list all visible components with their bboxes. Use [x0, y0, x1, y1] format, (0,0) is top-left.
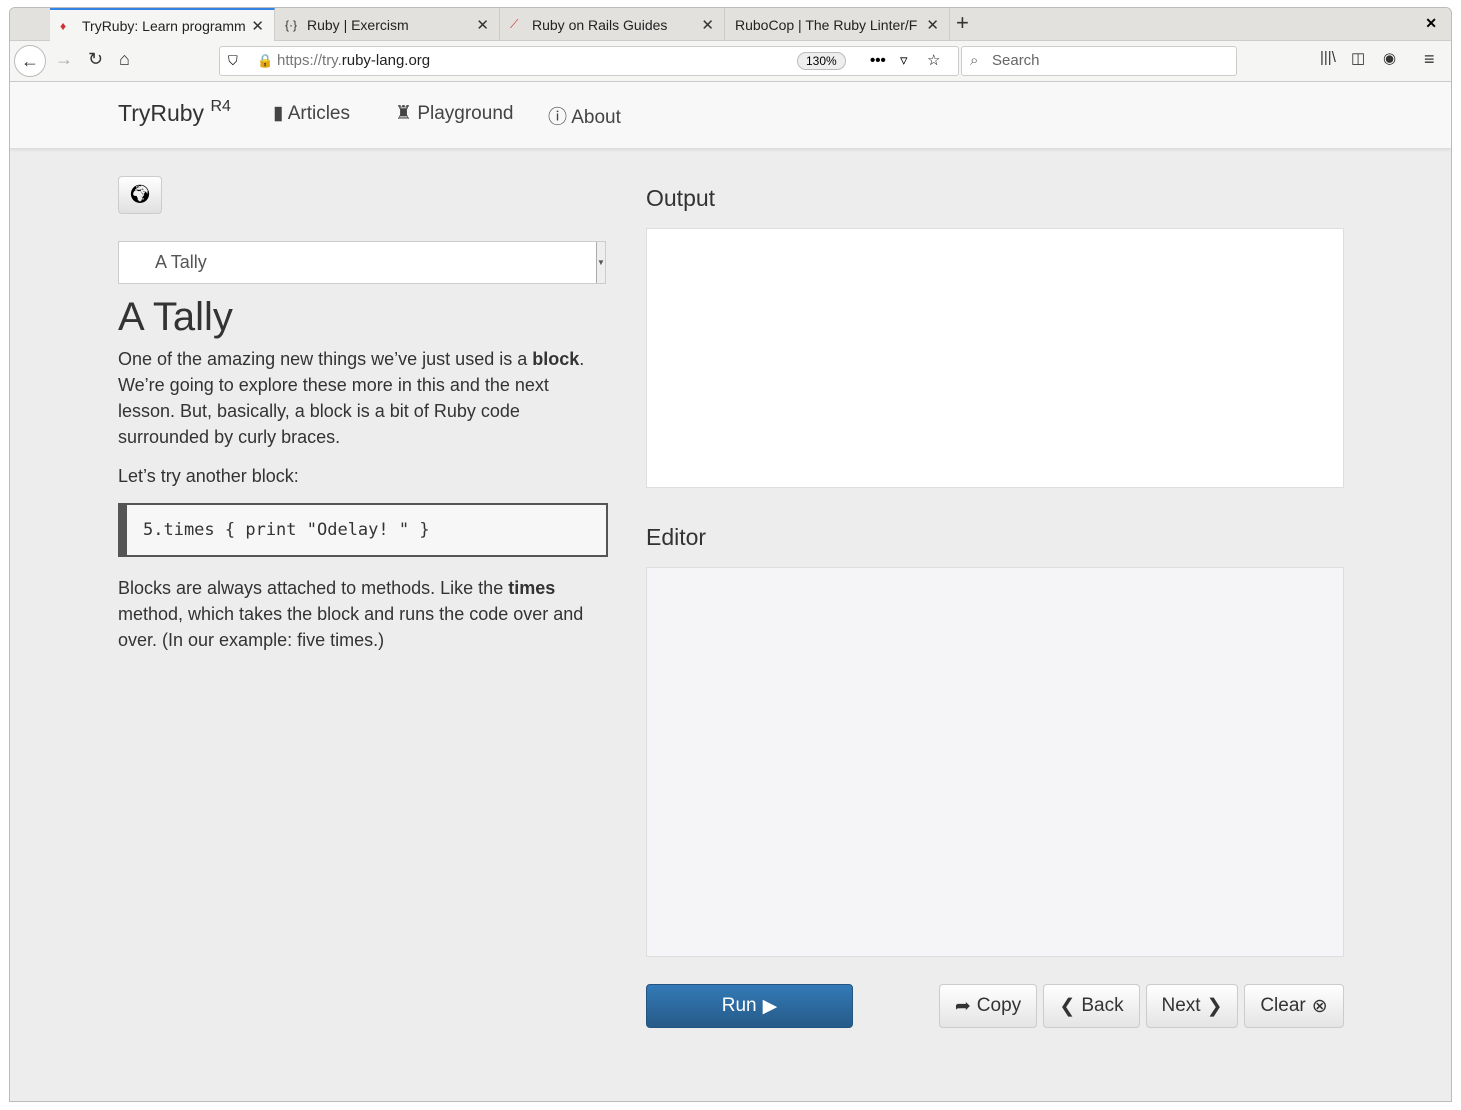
- info-icon: ⓘ: [548, 107, 568, 128]
- output-heading: Output: [646, 185, 716, 211]
- close-tab-icon[interactable]: ✕: [701, 16, 714, 34]
- close-tab-icon[interactable]: ✕: [926, 16, 939, 34]
- close-tab-icon[interactable]: ✕: [251, 17, 264, 35]
- editor-heading: Editor: [646, 524, 707, 550]
- chevron-right-icon: ❯: [1206, 995, 1223, 1017]
- close-tab-icon[interactable]: ✕: [476, 16, 489, 34]
- forward-arrow-icon[interactable]: →: [55, 49, 73, 70]
- lesson-content: A Tally One of the amazing new things we…: [118, 295, 608, 666]
- site-navbar: TryRuby R4 ▮ Articles ♜ Playground ⓘ Abo…: [10, 82, 1451, 149]
- nav-articles[interactable]: ▮ Articles: [273, 102, 350, 125]
- circle-x-icon: ⊗: [1311, 995, 1328, 1017]
- search-input[interactable]: ⌕ Search: [961, 46, 1237, 76]
- nav-about[interactable]: ⓘ About: [548, 102, 621, 129]
- more-icon[interactable]: •••: [870, 47, 886, 75]
- reload-icon[interactable]: ↻: [88, 49, 103, 70]
- toolbar: ← → ↻ ⌂ ⛉ 🔒 https://try.ruby-lang.org 13…: [10, 41, 1451, 82]
- tab-tryruby[interactable]: ♦ TryRuby: Learn programm ✕: [50, 8, 275, 41]
- output-panel: [646, 228, 1344, 488]
- run-button[interactable]: Run ▶: [646, 984, 853, 1028]
- lock-icon: 🔒: [257, 53, 274, 68]
- home-icon[interactable]: ⌂: [119, 49, 130, 70]
- zoom-level[interactable]: 130%: [797, 52, 846, 70]
- lesson-paragraph: One of the amazing new things we’ve just…: [118, 349, 585, 447]
- account-icon[interactable]: ◉: [1383, 49, 1396, 67]
- brand-link[interactable]: TryRuby R4: [118, 98, 231, 127]
- tab-rails[interactable]: ⟋ Ruby on Rails Guides ✕: [500, 8, 725, 41]
- play-icon: ▶: [762, 995, 778, 1017]
- rook-icon: ♜: [395, 103, 413, 124]
- lesson-paragraph: Let’s try another block:: [118, 466, 299, 486]
- bookmark-star-icon[interactable]: ☆: [927, 47, 940, 75]
- next-button[interactable]: Next ❯: [1146, 984, 1238, 1028]
- language-button[interactable]: 🌍︎: [118, 176, 162, 214]
- shield-icon: ⛉: [228, 53, 238, 68]
- pocket-icon[interactable]: ▿: [900, 47, 908, 75]
- back-arrow-icon[interactable]: ←: [14, 45, 46, 77]
- lesson-select[interactable]: A Tally ▼: [118, 241, 606, 284]
- code-editor[interactable]: [646, 567, 1344, 957]
- chevron-left-icon: ❮: [1059, 995, 1076, 1017]
- clear-button[interactable]: Clear ⊗: [1244, 984, 1344, 1028]
- lesson-title: A Tally: [118, 295, 233, 339]
- copy-button[interactable]: ➦ Copy: [939, 984, 1037, 1028]
- search-icon: ⌕: [970, 52, 979, 69]
- close-window-icon[interactable]: ✕: [1425, 15, 1437, 32]
- nav-playground[interactable]: ♜ Playground: [395, 102, 513, 125]
- back-button[interactable]: ❮ Back: [1043, 984, 1140, 1028]
- tab-exercism[interactable]: {·} Ruby | Exercism ✕: [275, 8, 500, 41]
- ruby-icon: ♦: [60, 18, 67, 33]
- dropdown-arrow-icon: ▼: [596, 242, 605, 283]
- globe-icon: 🌍︎: [128, 184, 152, 204]
- tab-rubocop[interactable]: RuboCop | The Ruby Linter/F ✕: [725, 8, 950, 41]
- menu-icon[interactable]: ≡: [1424, 49, 1435, 70]
- sidebar-icon[interactable]: ◫: [1351, 49, 1365, 67]
- url-bar[interactable]: ⛉ 🔒 https://try.ruby-lang.org 130% ••• ▿…: [219, 46, 959, 76]
- rails-icon: ⟋: [510, 17, 519, 31]
- code-example[interactable]: 5.times { print "Odelay! " }: [118, 503, 608, 557]
- browser-window: ♦ TryRuby: Learn programm ✕ {·} Ruby | Exer…: [9, 7, 1452, 1102]
- library-icon[interactable]: |||\: [1320, 49, 1336, 66]
- new-tab-icon[interactable]: +: [956, 10, 969, 36]
- share-arrow-icon: ➦: [954, 995, 971, 1017]
- exercism-icon: {·}: [285, 17, 298, 32]
- lesson-paragraph: Blocks are always attached to methods. L…: [118, 578, 584, 650]
- book-icon: ▮: [273, 103, 284, 124]
- tab-bar: ♦ TryRuby: Learn programm ✕ {·} Ruby | Exer…: [10, 8, 1451, 41]
